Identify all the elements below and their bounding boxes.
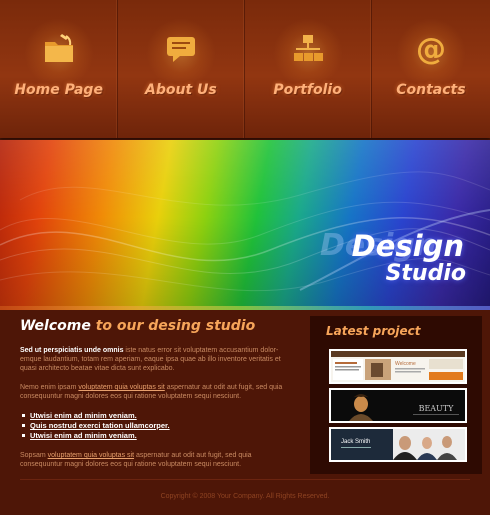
welcome-title-orange: to our desing studio (95, 318, 256, 334)
project-thumbnail-2[interactable]: BEAUTY (329, 388, 467, 423)
svg-text:@: @ (416, 32, 446, 66)
main-navigation: Home Page About Us Portfolio @ Contacts (0, 0, 490, 138)
footer-divider (20, 479, 470, 480)
project-thumbnail-2-image: BEAUTY (331, 390, 465, 421)
welcome-title: Welcome to our desing studio (20, 318, 295, 335)
sitemap-icon (293, 35, 323, 61)
list-item: Utwisi enim ad minim veniam. (22, 411, 295, 421)
nav-label-home: Home Page (14, 82, 103, 98)
intro-paragraph: Sed ut perspiciatis unde omnis iste natu… (20, 346, 295, 373)
hero-banner: Design Design Studio (0, 140, 490, 310)
footer-copyright: Copyright © 2008 Your Company. All Right… (160, 493, 330, 500)
nav-item-portfolio[interactable]: Portfolio (245, 0, 372, 138)
project-thumbnail-1-image: Welcome (331, 351, 465, 380)
at-sign-icon: @ (416, 32, 446, 66)
project-thumbnail-3[interactable]: Jack Smith (329, 427, 467, 462)
list-item: Utwisi enim ad minim veniam. (22, 431, 295, 441)
thumb2-text: BEAUTY (419, 404, 455, 413)
brand-logo: Design Studio (351, 229, 466, 286)
latest-project-title: Latest project (326, 324, 421, 338)
nav-label-portfolio: Portfolio (273, 82, 342, 98)
banner-bottom-highlight (0, 306, 490, 310)
inline-link[interactable]: voluptatem quia voluptas sit (48, 452, 134, 459)
list-link[interactable]: Utwisi enim ad minim veniam. (30, 431, 137, 440)
list-item: Quis nostrud exerci tation ullamcorper. (22, 421, 295, 431)
brand-line-studio: Studio (385, 261, 466, 286)
intro-bold: Sed ut perspiciatis unde omnis (20, 347, 124, 354)
list-link[interactable]: Quis nostrud exerci tation ullamcorper. (30, 421, 170, 430)
second-paragraph-start: Nemo enim ipsam (20, 384, 77, 391)
chat-bubble-icon (166, 37, 195, 62)
nav-item-about[interactable]: About Us (118, 0, 245, 138)
thumb1-heading: Welcome (395, 361, 416, 367)
welcome-section: Welcome to our desing studio Sed ut pers… (20, 318, 295, 469)
link-list: Utwisi enim ad minim veniam. Quis nostru… (20, 411, 295, 441)
nav-label-about: About Us (145, 82, 217, 98)
thumb3-text: Jack Smith (341, 439, 370, 445)
nav-item-home[interactable]: Home Page (0, 0, 119, 138)
project-thumbnail-3-image: Jack Smith (331, 429, 465, 460)
third-paragraph-start: Sopsam (20, 452, 46, 459)
nav-item-contacts[interactable]: @ Contacts (372, 0, 490, 138)
second-paragraph: Nemo enim ipsam voluptatem quia voluptas… (20, 383, 295, 401)
page: Home Page About Us Portfolio @ Contacts … (0, 0, 490, 515)
third-paragraph: Sopsam voluptatem quia voluptas sit aspe… (20, 451, 295, 469)
inline-link[interactable]: voluptatem quia voluptas sit (78, 384, 164, 391)
brand-line-design: Design (351, 229, 464, 263)
project-thumbnail-1[interactable]: Welcome (329, 349, 467, 384)
latest-project-panel: Latest project Welcome BEAUTY Jack Smith (310, 316, 482, 474)
nav-label-contacts: Contacts (396, 82, 466, 98)
list-link[interactable]: Utwisi enim ad minim veniam. (30, 411, 137, 420)
folder-icon (44, 34, 73, 62)
welcome-title-white: Welcome (20, 318, 91, 334)
